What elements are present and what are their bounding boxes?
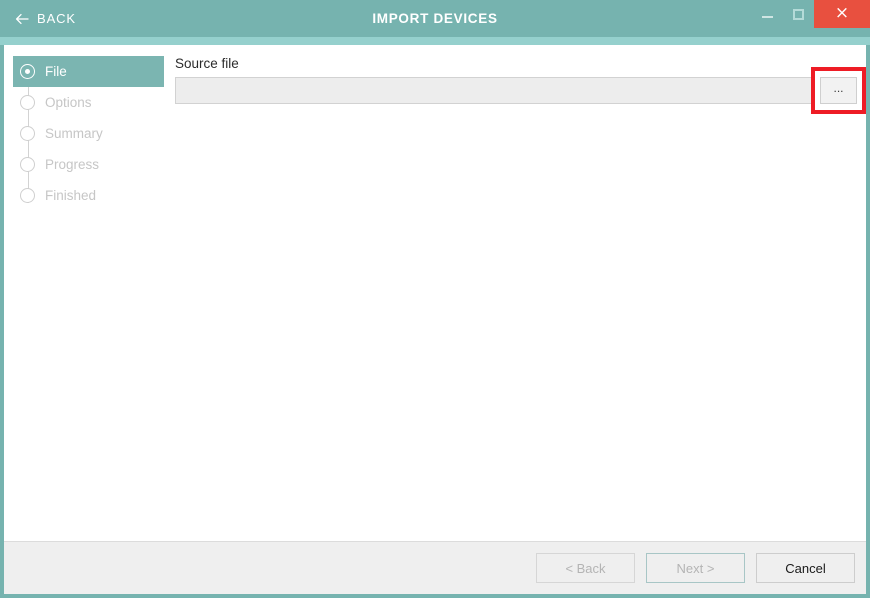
source-file-label: Source file xyxy=(175,56,239,71)
window-title: IMPORT DEVICES xyxy=(372,11,498,26)
maximize-button[interactable] xyxy=(783,0,814,28)
accent-strip xyxy=(0,37,870,45)
source-file-input[interactable] xyxy=(175,76,812,104)
window-controls: × xyxy=(752,0,870,28)
footer-bar: < Back Next > Cancel xyxy=(4,541,866,594)
wizard-sidebar: File Options Summary Progress Finished xyxy=(4,45,164,541)
wizard-steps: File Options Summary Progress Finished xyxy=(4,56,164,211)
next-button[interactable]: Next > xyxy=(646,553,745,583)
sidebar-item-label: Options xyxy=(45,94,92,110)
sidebar-item-options[interactable]: Options xyxy=(13,87,164,118)
browse-button-wrapper: ... xyxy=(811,66,866,114)
sidebar-item-label: Progress xyxy=(45,156,100,172)
content-area: File Options Summary Progress Finished S… xyxy=(4,45,866,541)
close-button[interactable]: × xyxy=(814,0,870,28)
close-icon: × xyxy=(834,3,850,23)
sidebar-item-label: File xyxy=(45,63,67,79)
sidebar-item-summary[interactable]: Summary xyxy=(13,118,164,149)
minimize-icon xyxy=(762,16,773,18)
sidebar-item-label: Summary xyxy=(45,125,103,141)
window-frame: File Options Summary Progress Finished S… xyxy=(0,45,870,598)
browse-button[interactable]: ... xyxy=(820,76,857,104)
cancel-button[interactable]: Cancel xyxy=(756,553,855,583)
sidebar-item-file[interactable]: File xyxy=(13,56,164,87)
import-devices-window: BACK IMPORT DEVICES × File Options Summa… xyxy=(0,0,870,598)
step-marker-icon xyxy=(20,157,35,172)
back-button-label: BACK xyxy=(37,11,77,26)
step-marker-icon xyxy=(20,188,35,203)
back-nav-button[interactable]: < Back xyxy=(536,553,635,583)
sidebar-item-label: Finished xyxy=(45,187,97,203)
main-pane: Source file ... xyxy=(164,45,866,541)
step-marker-icon xyxy=(20,126,35,141)
title-bar: BACK IMPORT DEVICES × xyxy=(0,0,870,37)
source-file-row: ... xyxy=(175,66,866,114)
sidebar-item-progress[interactable]: Progress xyxy=(13,149,164,180)
page-body: File Options Summary Progress Finished S… xyxy=(4,45,866,594)
sidebar-item-finished[interactable]: Finished xyxy=(13,180,164,211)
maximize-icon xyxy=(793,8,804,20)
minimize-button[interactable] xyxy=(752,0,783,28)
arrow-left-icon xyxy=(15,13,29,25)
back-button[interactable]: BACK xyxy=(11,6,80,32)
step-marker-icon xyxy=(20,95,35,110)
step-marker-icon xyxy=(20,64,35,79)
